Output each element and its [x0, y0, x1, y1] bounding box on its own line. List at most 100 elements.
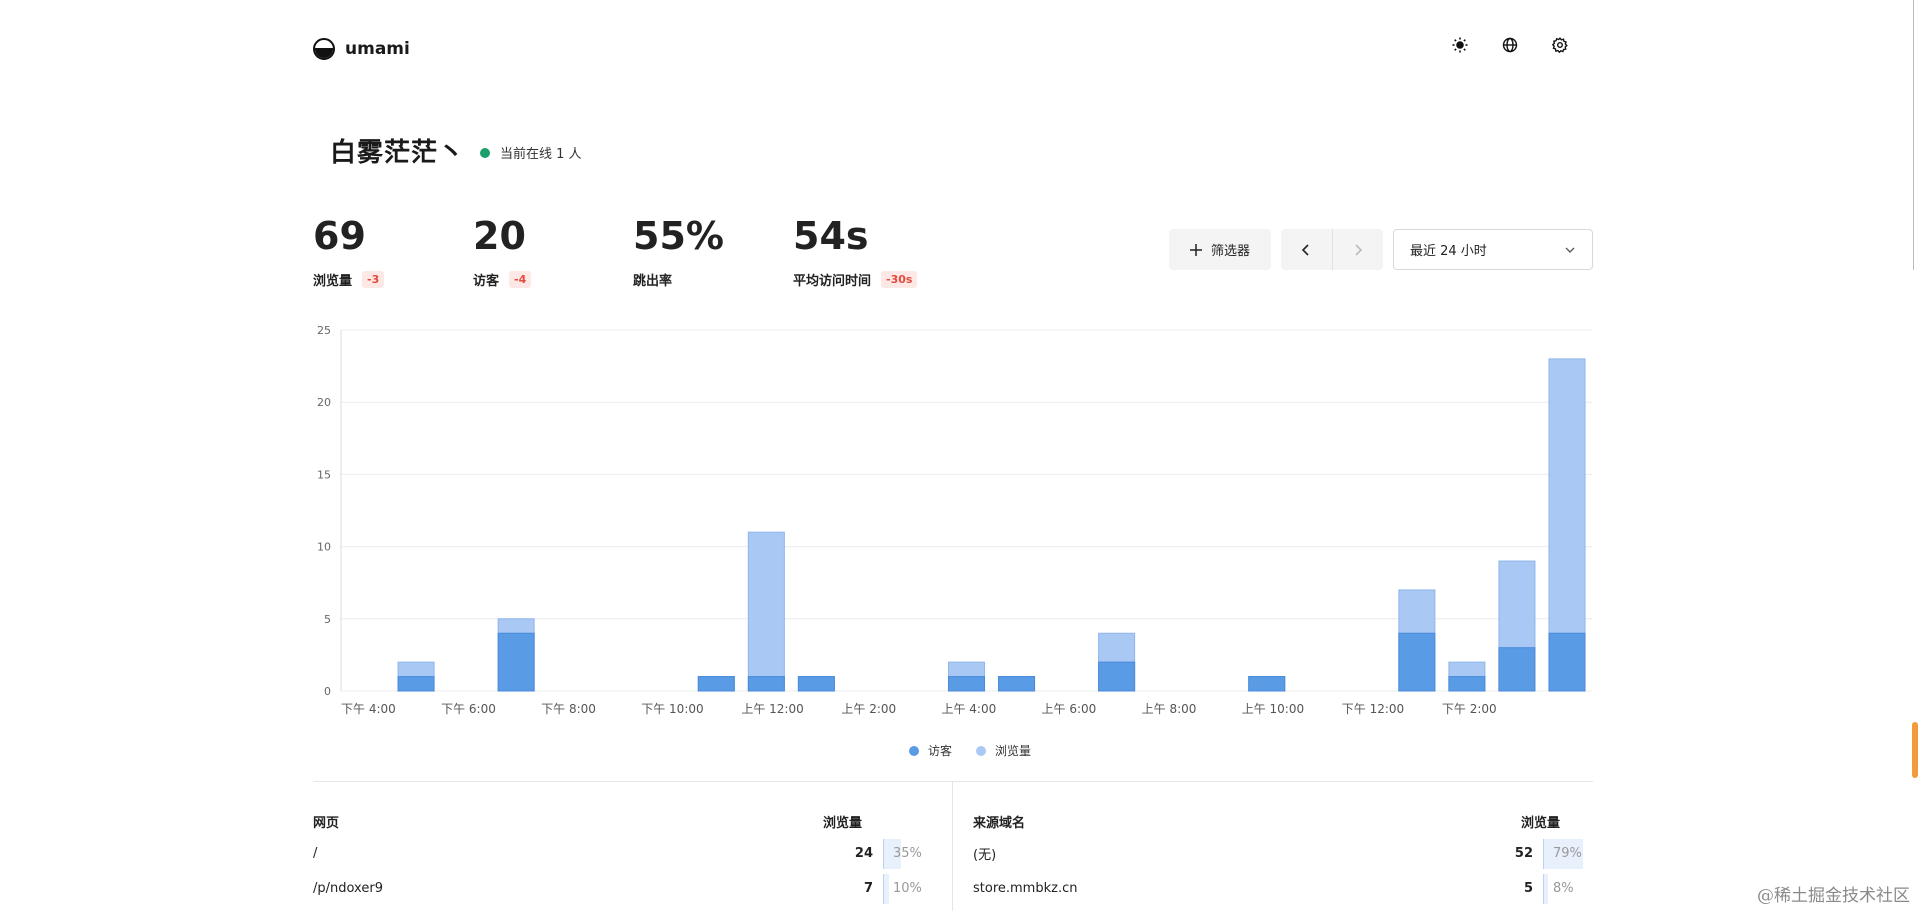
metric-value: 69	[313, 214, 366, 258]
online-count-text: 当前在线 1 人	[500, 147, 582, 162]
chart-svg: 0 5 10 15 20 25 下午 4:00 下午 6:00 下午 8:00 下午 10:00 上…	[317, 324, 1592, 716]
app-logo[interactable]: umami	[313, 38, 410, 60]
x-tick-label: 上午 4:00	[941, 702, 996, 716]
bar-visitors	[1398, 632, 1436, 692]
app-name: umami	[345, 39, 410, 59]
legend-swatch	[908, 745, 919, 756]
bar-pageviews	[747, 531, 785, 692]
row-percent-text: 79%	[1553, 846, 1582, 861]
plus-icon	[1189, 243, 1202, 256]
row-label: /p/ndoxer9	[313, 881, 383, 896]
x-tick-label: 下午 4:00	[341, 702, 396, 716]
table-row[interactable]: / 24 35%	[313, 836, 933, 871]
scrollbar-track[interactable]	[1913, 0, 1914, 270]
row-count: 7	[863, 881, 873, 896]
bar-visitors	[1548, 632, 1586, 692]
bar-visitors	[1098, 661, 1136, 692]
bar-visitors	[1448, 676, 1486, 692]
x-tick-label: 下午 10:00	[641, 702, 703, 716]
table-metric-label: 浏览量	[823, 816, 863, 831]
row-percent: 8%	[1543, 873, 1593, 904]
metric-bounce-rate: 55% 跳出率	[633, 214, 724, 289]
row-percent: 10%	[883, 873, 933, 904]
bar-visitors	[397, 676, 435, 692]
row-percent-text: 35%	[893, 846, 922, 861]
globe-icon[interactable]	[1501, 36, 1519, 54]
x-tick-label: 上午 12:00	[741, 702, 803, 716]
pageviews-chart: 0 5 10 15 20 25 下午 4:00 下午 6:00 下午 8:00 下午 10:00 上…	[300, 318, 1600, 718]
column-divider	[952, 781, 953, 911]
chevron-left-icon	[1302, 243, 1309, 256]
online-status-icon	[480, 147, 490, 158]
metric-label: 访客	[473, 274, 500, 289]
sun-icon[interactable]	[1451, 36, 1469, 54]
next-range-button[interactable]	[1331, 229, 1384, 270]
date-range-select[interactable]: 最近 24 小时	[1393, 229, 1593, 270]
bar-visitors	[1498, 647, 1536, 692]
app-header: umami	[313, 36, 1593, 64]
section-divider	[313, 781, 1593, 782]
metric-pageviews: 69 浏览量 -3	[313, 214, 385, 289]
bar-visitors	[497, 632, 535, 692]
row-label: store.mmbkz.cn	[973, 881, 1078, 896]
filter-button-label: 筛选器	[1210, 244, 1250, 259]
x-tick-label: 上午 6:00	[1042, 702, 1097, 716]
table-row[interactable]: /p/ndoxer9 7 10%	[313, 871, 933, 906]
metric-label: 浏览量	[313, 274, 353, 289]
bar-visitors	[697, 676, 735, 692]
watermark-text: @稀土掘金技术社区	[1757, 886, 1910, 906]
metric-visitors: 20 访客 -4	[473, 214, 532, 289]
row-count: 5	[1523, 881, 1533, 896]
row-percent: 35%	[883, 838, 933, 869]
legend-swatch	[976, 745, 986, 756]
metric-avg-visit-time: 54s 平均访问时间 -30s	[793, 214, 918, 289]
row-percent-bar	[1544, 873, 1548, 904]
y-tick-label: 10	[317, 541, 331, 554]
metric-delta-badge: -30s	[881, 271, 918, 288]
x-tick-label: 上午 8:00	[1142, 702, 1197, 716]
referrers-table: 来源域名 浏览量 (无) 52 79% store.mmbkz.cn 5 8%	[973, 812, 1593, 906]
x-tick-label: 下午 6:00	[441, 702, 496, 716]
chart-legend: 访客 浏览量	[0, 742, 1920, 759]
table-header: 来源域名 浏览量	[973, 812, 1593, 832]
bar-visitors	[797, 676, 835, 692]
table-row[interactable]: (无) 52 79%	[973, 836, 1593, 871]
scroll-handle[interactable]	[1912, 722, 1918, 778]
metric-value: 20	[473, 214, 526, 258]
row-label: /	[313, 846, 318, 861]
date-range-value: 最近 24 小时	[1410, 244, 1487, 259]
table-title: 来源域名	[973, 816, 1026, 831]
row-label: (无)	[973, 848, 997, 863]
x-tick-label: 上午 10:00	[1242, 702, 1304, 716]
row-percent-text: 10%	[893, 881, 922, 896]
metric-value: 54s	[793, 214, 869, 258]
y-tick-label: 0	[324, 685, 331, 698]
legend-item-visitors[interactable]: 访客	[908, 742, 952, 759]
table-metric-label: 浏览量	[1521, 816, 1561, 831]
chevron-down-icon	[1565, 247, 1575, 253]
y-tick-label: 20	[317, 396, 331, 409]
y-tick-label: 15	[317, 468, 331, 481]
table-row[interactable]: store.mmbkz.cn 5 8%	[973, 871, 1593, 906]
x-tick-label: 上午 2:00	[841, 702, 896, 716]
metric-delta-badge: -3	[362, 271, 385, 288]
metric-label: 跳出率	[633, 274, 673, 289]
row-percent: 79%	[1543, 838, 1593, 869]
gear-icon[interactable]	[1551, 36, 1569, 54]
umami-logo-icon	[313, 38, 335, 60]
website-title: 白雾茫茫丶	[330, 138, 466, 168]
legend-label: 浏览量	[995, 744, 1032, 758]
row-count: 52	[1514, 846, 1533, 861]
online-indicator: 当前在线 1 人	[480, 143, 582, 162]
filter-button[interactable]: 筛选器	[1169, 229, 1271, 270]
header-actions	[1451, 36, 1569, 54]
date-nav-group	[1281, 229, 1383, 270]
legend-label: 访客	[927, 744, 952, 758]
chevron-right-icon	[1355, 243, 1362, 256]
legend-item-pageviews[interactable]: 浏览量	[976, 742, 1031, 759]
previous-range-button[interactable]	[1281, 229, 1332, 270]
bar-visitors	[1248, 676, 1286, 692]
y-tick-label: 25	[317, 324, 331, 337]
bar-visitors	[947, 676, 986, 692]
x-tick-label: 下午 12:00	[1342, 702, 1404, 716]
